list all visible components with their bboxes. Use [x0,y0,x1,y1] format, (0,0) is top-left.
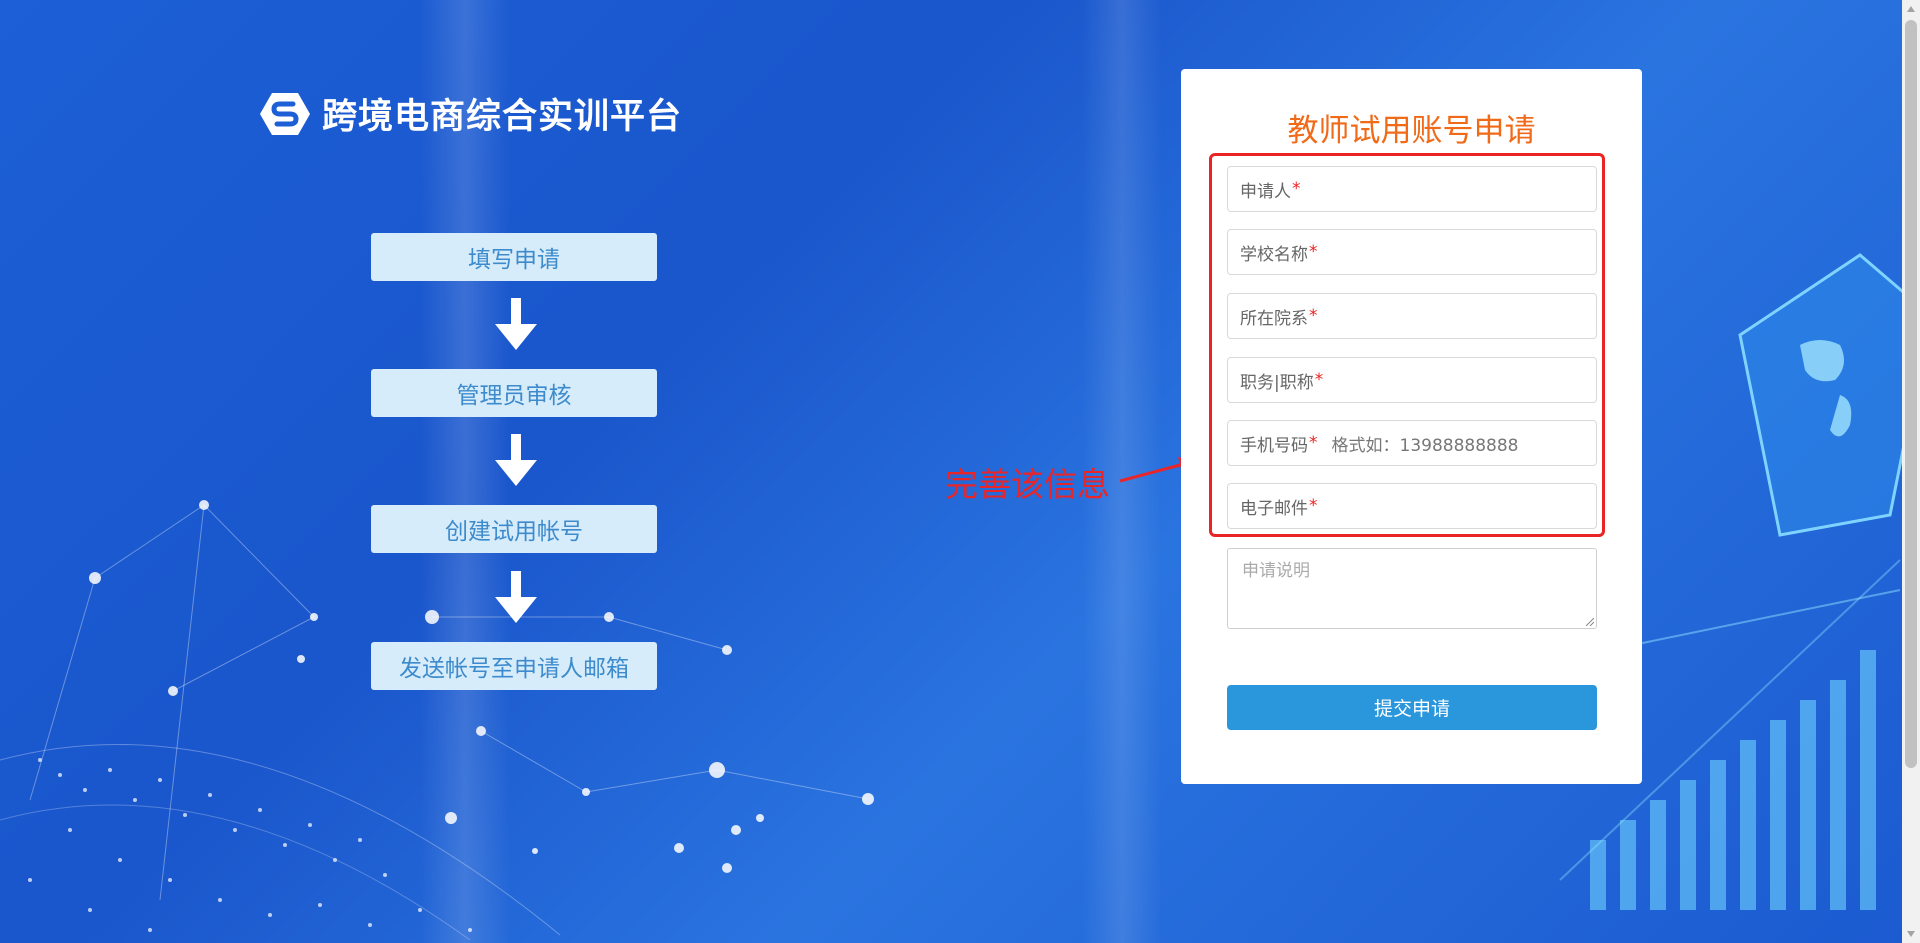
form-title: 教师试用账号申请 [1287,113,1536,149]
scrollbar-thumb[interactable] [1905,20,1917,768]
resize-handle-icon[interactable] [1584,616,1594,626]
flow-step-admin-review: 管理员审核 [371,369,657,417]
arrow-down-icon [495,571,537,623]
flow-step-fill-application: 填写申请 [371,233,657,281]
field-placeholder: 所在院系 [1240,308,1308,329]
arrow-down-icon [495,434,537,486]
trial-application-form: 教师试用账号申请 申请人 * 学校名称 * 所在院系 * 职务|职称 * 手机号码 * 格式… [1181,69,1642,784]
submit-button[interactable]: 提交申请 [1227,685,1597,730]
scroll-up-icon[interactable] [1906,4,1916,14]
annotation-label: 完善该信息 [945,465,1110,504]
required-mark: * [1309,433,1318,453]
textarea-placeholder: 申请说明 [1242,561,1310,581]
applicant-name-input[interactable]: 申请人 * [1227,166,1597,212]
required-mark: * [1292,179,1301,199]
flow-step-send-email: 发送帐号至申请人邮箱 [371,642,657,690]
vertical-scrollbar[interactable] [1902,0,1920,943]
field-placeholder: 学校名称 [1240,244,1308,265]
position-title-input[interactable]: 职务|职称 * [1227,357,1597,403]
required-mark: * [1309,242,1318,262]
field-placeholder: 申请人 [1240,181,1291,202]
arrow-down-icon [495,298,537,350]
app-title: 跨境电商综合实训平台 [322,96,683,137]
description-textarea[interactable]: 申请说明 [1227,548,1597,629]
flow-step-create-account: 创建试用帐号 [371,505,657,553]
required-mark: * [1314,370,1324,390]
scroll-down-icon[interactable] [1906,929,1916,939]
app-logo: 跨境电商综合实训平台 [260,88,682,139]
field-placeholder: 电子邮件 [1240,498,1308,519]
department-input[interactable]: 所在院系 * [1227,293,1597,339]
required-mark: * [1309,496,1318,516]
school-name-input[interactable]: 学校名称 * [1227,229,1597,275]
phone-input[interactable]: 手机号码 * 格式如：13988888888 [1227,420,1597,466]
s-logo-icon [260,92,310,135]
phone-format-hint: 格式如：13988888888 [1331,435,1519,456]
field-placeholder: 手机号码 [1240,435,1308,456]
required-mark: * [1309,306,1318,326]
email-input[interactable]: 电子邮件 * [1227,483,1597,529]
field-placeholder: 职务|职称 [1240,372,1314,393]
